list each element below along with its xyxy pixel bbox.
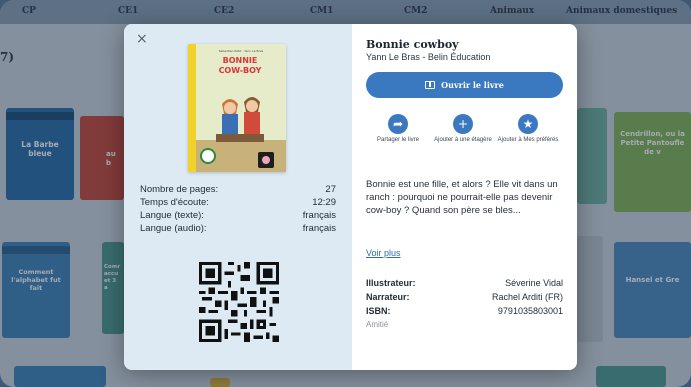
book-title: Bonnie cowboy [366,38,459,51]
modal-right-panel: Bonnie cowboy Yann Le Bras - Belin Éduca… [352,24,577,370]
meta-row-audio-language: Langue (audio): français [140,223,336,235]
info-row-narrator: Narrateur: Rachel Arditi (FR) [366,292,563,304]
info-label: ISBN: [366,306,391,316]
action-label: Ajouter à Mes préférés [497,137,559,143]
meta-row-text-language: Langue (texte): français [140,210,336,222]
meta-label: Langue (audio): [140,223,207,234]
add-to-shelf-button[interactable]: + Ajouter à une étagère [432,114,494,145]
book-author-publisher: Yann Le Bras - Belin Éducation [366,52,491,62]
action-label: Ajouter à une étagère [434,137,492,143]
info-value: 9791035803001 [497,306,563,316]
book-description: Bonnie est une fille, et alors ? Elle vi… [366,179,558,216]
meta-value: français [302,223,336,234]
open-book-button[interactable]: Ouvrir le livre [366,72,563,98]
book-detail-modal: × Sébastien Petit · Yann Le Bras BONNIE … [124,24,577,370]
info-value: Rachel Arditi (FR) [491,292,563,302]
open-book-label: Ouvrir le livre [441,80,504,90]
info-row-isbn: ISBN: 9791035803001 [366,306,563,318]
book-icon [425,81,436,89]
plus-icon: + [453,114,473,134]
modal-left-panel: × Sébastien Petit · Yann Le Bras BONNIE … [124,24,352,370]
meta-value: 12:29 [312,197,336,208]
close-icon[interactable]: × [136,32,150,46]
book-cover: Sébastien Petit · Yann Le Bras BONNIE CO… [188,44,286,172]
meta-label: Nombre de pages: [140,184,219,195]
meta-label: Langue (texte): [140,210,204,221]
meta-value: français [302,210,336,221]
qr-code [199,262,279,342]
meta-row-pages: Nombre de pages: 27 [140,184,336,196]
meta-row-listening-time: Temps d'écoute: 12:29 [140,197,336,209]
meta-label: Temps d'écoute: [140,197,209,208]
action-label: Partager le livre [376,137,420,143]
cover-illustration [196,97,286,172]
meta-value: 27 [325,184,336,195]
info-label: Illustrateur: [366,278,416,288]
star-icon: ★ [518,114,538,134]
see-more-link[interactable]: Voir plus [366,248,401,258]
info-label: Narrateur: [366,292,410,302]
add-to-favorites-button[interactable]: ★ Ajouter à Mes préférés [497,114,559,145]
info-value: Séverine Vidal [505,278,563,288]
share-icon: ➦ [388,114,408,134]
info-row-illustrator: Illustrateur: Séverine Vidal [366,278,563,290]
share-book-button[interactable]: ➦ Partager le livre [367,114,429,145]
theme-tag[interactable]: Amitié [366,320,388,329]
